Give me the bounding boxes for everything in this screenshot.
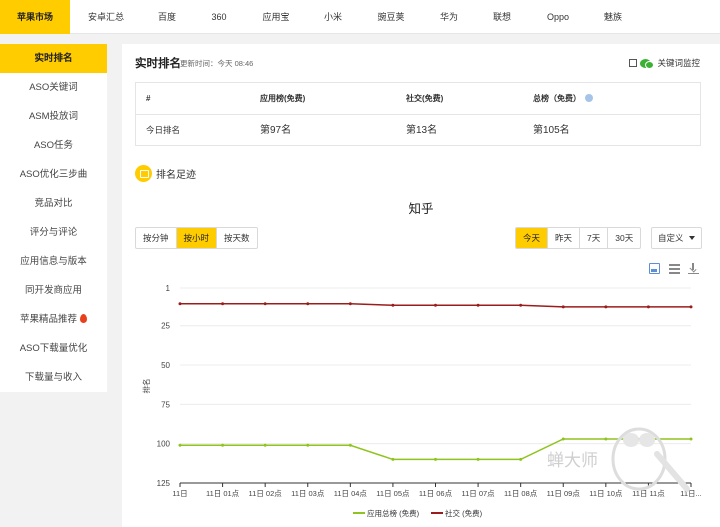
- data-point-1: [646, 305, 650, 309]
- watermark-logo: 蝉大师: [547, 427, 690, 492]
- nav-tab-7[interactable]: 华为: [440, 0, 458, 34]
- legend-label-1: 社交 (免费): [445, 508, 483, 518]
- x-tick-label: 11日 04点: [334, 489, 368, 498]
- legend-label-0: 应用总榜 (免费): [367, 508, 420, 518]
- sidebar-item-label: 竞品对比: [34, 198, 73, 209]
- sidebar-item-3[interactable]: ASO任务: [0, 131, 107, 160]
- data-point-1: [604, 305, 608, 309]
- data-point-0: [434, 457, 437, 461]
- sidebar-item-label: ASO关键词: [29, 82, 78, 93]
- sidebar-item-7[interactable]: 应用信息与版本: [0, 247, 107, 276]
- data-point-1: [178, 302, 182, 306]
- sidebar-item-label: ASO任务: [33, 140, 74, 151]
- sidebar-item-11[interactable]: 下载量与收入: [0, 363, 107, 392]
- nav-tab-10[interactable]: 魅族: [604, 0, 622, 34]
- data-point-0: [348, 443, 352, 447]
- data-point-0: [476, 457, 480, 461]
- nav-tab-1[interactable]: 安卓汇总: [88, 0, 124, 34]
- sidebar-item-label: ASO优化三步曲: [19, 169, 88, 180]
- top-navigation: 苹果市场 安卓汇总 百度 360 应用宝 小米 豌豆荚 华为 联想 Oppo 魅族: [0, 0, 720, 34]
- sidebar-item-label: 实时排名: [34, 53, 73, 64]
- x-tick-label: 11日 01点: [206, 489, 240, 498]
- sidebar-item-6[interactable]: 评分与评论: [0, 218, 107, 247]
- sidebar-item-label: 评分与评论: [29, 227, 78, 238]
- sidebar-item-9[interactable]: 苹果精品推荐: [0, 305, 107, 334]
- sidebar-item-10[interactable]: ASO下载量优化: [0, 334, 107, 363]
- nav-tab-4[interactable]: 应用宝: [262, 0, 289, 34]
- fire-icon: [80, 314, 87, 323]
- data-point-0: [221, 443, 225, 447]
- data-point-1: [221, 302, 225, 306]
- data-point-1: [263, 302, 267, 306]
- x-tick-label: 11日 05点: [376, 489, 410, 498]
- sidebar-item-4[interactable]: ASO优化三步曲: [0, 160, 107, 189]
- y-tick-label: 50: [161, 361, 170, 370]
- sidebar-item-8[interactable]: 同开发商应用: [0, 276, 107, 305]
- x-tick-label: 11日 07点: [461, 489, 495, 498]
- data-point-0: [519, 457, 523, 461]
- nav-tab-9[interactable]: Oppo: [547, 0, 569, 34]
- data-point-1: [519, 303, 523, 307]
- data-point-0: [306, 443, 310, 447]
- x-tick-label: 11日 03点: [291, 489, 325, 498]
- nav-tab-0[interactable]: 苹果市场: [0, 0, 70, 34]
- watermark-text: 蝉大师: [547, 451, 598, 471]
- sidebar-item-1[interactable]: ASO关键词: [0, 73, 107, 102]
- data-point-1: [306, 302, 310, 306]
- nav-tab-3[interactable]: 360: [211, 0, 226, 34]
- nav-tab-6[interactable]: 豌豆荚: [377, 0, 404, 34]
- sidebar-item-label: 同开发商应用: [24, 285, 82, 296]
- y-axis-label: 排名: [141, 379, 151, 394]
- data-point-0: [263, 443, 267, 447]
- y-tick-label: 1: [166, 284, 171, 293]
- sidebar-item-label: 应用信息与版本: [20, 256, 87, 267]
- y-tick-label: 75: [161, 400, 170, 409]
- sidebar-item-0[interactable]: 实时排名: [0, 44, 107, 73]
- y-tick-label: 100: [157, 440, 171, 449]
- x-tick-label: 11日: [172, 489, 187, 498]
- sidebar-item-label: 下载量与收入: [24, 372, 82, 383]
- sidebar-item-label: ASO下载量优化: [19, 343, 88, 354]
- sidebar-item-5[interactable]: 竞品对比: [0, 189, 107, 218]
- y-tick-label: 25: [161, 322, 170, 331]
- nav-tab-8[interactable]: 联想: [493, 0, 511, 34]
- nav-tab-5[interactable]: 小米: [324, 0, 342, 34]
- y-tick-label: 125: [157, 479, 171, 488]
- data-point-1: [434, 303, 437, 307]
- data-point-0: [391, 457, 395, 461]
- x-tick-label: 11日 06点: [419, 489, 453, 498]
- x-tick-label: 11日 08点: [504, 489, 538, 498]
- nav-tab-2[interactable]: 百度: [158, 0, 176, 34]
- x-tick-label: 11日 02点: [249, 489, 283, 498]
- data-point-1: [348, 302, 352, 306]
- data-point-1: [689, 305, 693, 309]
- data-point-1: [476, 303, 480, 307]
- sidebar: 实时排名 ASO关键词 ASM投放词 ASO任务 ASO优化三步曲 竞品对比评分与评论应用…: [0, 44, 107, 392]
- data-point-0: [178, 443, 182, 447]
- sidebar-item-label: ASM投放词: [28, 111, 79, 122]
- data-point-1: [391, 303, 395, 307]
- main-panel: 实时排名 更新时间：今天 08:46 关键词监控 # 应用榜(免费) 社交(免费…: [122, 44, 720, 527]
- sidebar-item-label: 苹果精品推荐: [19, 314, 77, 325]
- sidebar-item-2[interactable]: ASM投放词: [0, 102, 107, 131]
- data-point-1: [561, 305, 565, 309]
